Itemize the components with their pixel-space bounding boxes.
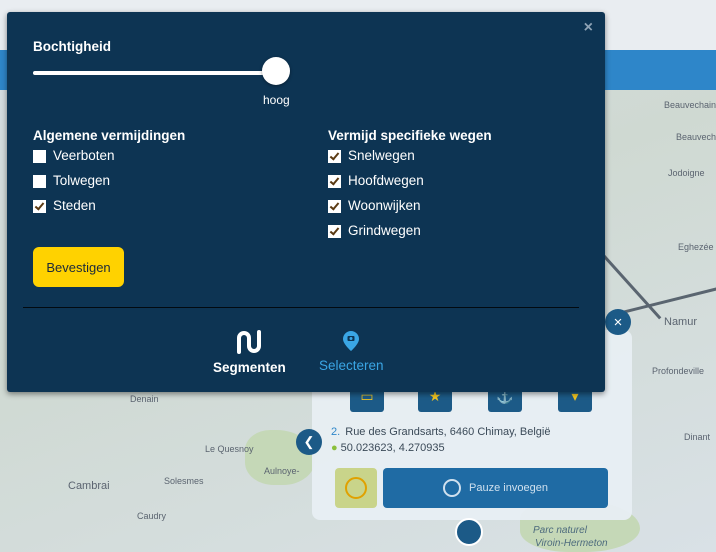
checkbox[interactable] — [328, 200, 341, 213]
confirm-button[interactable]: Bevestigen — [33, 247, 124, 287]
curviness-title: Bochtigheid — [33, 39, 111, 54]
avoid-ferries-checkbox[interactable]: Veerboten — [33, 148, 115, 163]
map-label: Parc naturel — [533, 525, 587, 536]
insert-pause-button[interactable]: Pauze invoegen — [383, 468, 608, 508]
divider — [23, 307, 579, 308]
checkbox[interactable] — [33, 175, 46, 188]
map-label: Caudry — [137, 511, 167, 521]
avoid-highways-checkbox[interactable]: Snelwegen — [328, 148, 415, 163]
select-label: Selecteren — [319, 358, 384, 373]
map-label: Solesmes — [164, 476, 204, 486]
close-icon[interactable]: × — [584, 19, 593, 37]
checkbox[interactable] — [328, 225, 341, 238]
map-label: Jodoigne — [668, 168, 705, 178]
checkbox[interactable] — [328, 150, 341, 163]
map-label: Eghezée — [678, 242, 714, 252]
card-close-button[interactable]: × — [605, 309, 631, 335]
avoid-tolls-checkbox[interactable]: Tolwegen — [33, 173, 110, 188]
avoid-residential-checkbox[interactable]: Woonwijken — [328, 198, 421, 213]
curviness-slider-thumb[interactable] — [262, 57, 290, 85]
checkbox[interactable] — [33, 150, 46, 163]
map-label: Denain — [130, 394, 159, 404]
checkbox-label: Veerboten — [53, 148, 115, 163]
select-pin-icon — [343, 331, 360, 351]
map-label: Namur — [664, 316, 698, 328]
coordinates-text: 50.023623, 4.270935 — [340, 442, 445, 454]
select-mode-button[interactable]: Selecteren — [319, 330, 384, 373]
map-label: Beauvechain — [676, 132, 716, 142]
map-marker[interactable] — [455, 518, 483, 546]
avoid-cities-checkbox[interactable]: Steden — [33, 198, 96, 213]
segments-mode-button[interactable]: Segmenten — [213, 330, 286, 375]
checkbox-label: Snelwegen — [348, 148, 415, 163]
chevron-left-icon: ❮ — [303, 434, 315, 449]
map-label: Beauvechain — [664, 100, 716, 110]
insert-pause-label: Pauze invoegen — [469, 482, 548, 494]
close-icon: × — [613, 313, 623, 331]
checkbox-label: Tolwegen — [53, 173, 111, 188]
checkbox-label: Woonwijken — [348, 198, 421, 213]
pause-icon — [443, 479, 462, 497]
map-label: Aulnoye- — [264, 466, 300, 476]
route-coordinates: ● 50.023623, 4.270935 — [331, 442, 445, 454]
checkbox[interactable] — [328, 175, 341, 188]
segments-label: Segmenten — [213, 360, 286, 375]
map-label: Profondeville — [652, 366, 705, 376]
avoid-gravel-checkbox[interactable]: Grindwegen — [328, 223, 421, 238]
route-step-number: 2. — [331, 426, 341, 438]
checkbox-label: Steden — [53, 198, 96, 213]
map-label: Viroin-Hermeton — [535, 538, 608, 549]
curviness-value-label: hoog — [263, 93, 290, 107]
segments-icon — [237, 330, 262, 354]
checkbox-label: Grindwegen — [348, 223, 421, 238]
route-step-address: Rue des Grandsarts, 6460 Chimay, België — [345, 426, 551, 438]
avoid-main-roads-checkbox[interactable]: Hoofdwegen — [328, 173, 424, 188]
map-label: Dinant — [684, 432, 711, 442]
route-preferences-dialog: × Bochtigheid hoog Algemene vermijdingen… — [7, 12, 605, 392]
clock-button[interactable] — [335, 468, 377, 508]
map-label: Le Quesnoy — [205, 444, 254, 454]
general-avoid-title: Algemene vermijdingen — [33, 128, 186, 143]
collapse-panel-button[interactable]: ❮ — [296, 429, 322, 455]
route-step[interactable]: 2. Rue des Grandsarts, 6460 Chimay, Belg… — [331, 426, 551, 438]
specific-avoid-title: Vermijd specifieke wegen — [328, 128, 492, 143]
map-label: Cambrai — [68, 480, 110, 492]
curviness-slider-track[interactable] — [33, 71, 277, 75]
checkbox-label: Hoofdwegen — [348, 173, 424, 188]
location-pin-icon: ● — [331, 442, 338, 454]
checkbox[interactable] — [33, 200, 46, 213]
clock-icon — [345, 477, 367, 499]
